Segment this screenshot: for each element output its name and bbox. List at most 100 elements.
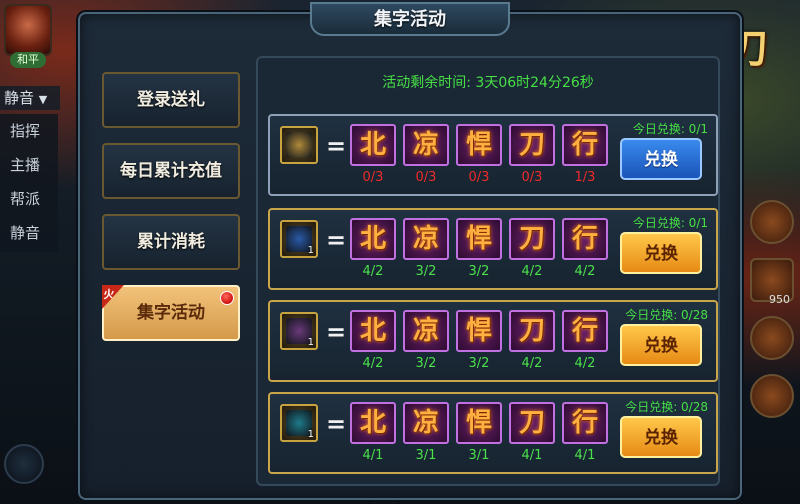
character-tile[interactable]: 悍 <box>456 310 502 352</box>
bag-icon[interactable] <box>750 200 794 244</box>
character-tile[interactable]: 行 <box>562 402 608 444</box>
character-slot: 行 1/3 <box>562 124 608 185</box>
exchange-button[interactable]: 兑换 <box>620 416 702 458</box>
reward-item-icon[interactable]: 1 <box>280 404 318 442</box>
menu-login-gift[interactable]: 登录送礼 <box>102 72 240 128</box>
channel-item[interactable]: 静音 <box>0 216 58 250</box>
voice-mute-toggle[interactable]: 静音 ▼ <box>0 86 60 110</box>
mount-icon[interactable] <box>4 444 44 484</box>
character-slot: 悍 3/2 <box>456 310 502 371</box>
skill-icon[interactable] <box>750 316 794 360</box>
character-tile[interactable]: 悍 <box>456 124 502 166</box>
right-shortcut-bar <box>750 200 798 432</box>
character-tile[interactable]: 凉 <box>403 310 449 352</box>
character-count: 3/2 <box>468 264 490 279</box>
character-slot: 刀 4/2 <box>509 218 555 279</box>
character-count: 4/2 <box>362 264 384 279</box>
character-tile[interactable]: 北 <box>350 218 396 260</box>
character-count: 3/2 <box>468 356 490 371</box>
character-count: 3/2 <box>415 356 437 371</box>
menu-label: 累计消耗 <box>137 232 205 252</box>
menu-label: 集字活动 <box>137 303 205 323</box>
character-tile[interactable]: 凉 <box>403 402 449 444</box>
attack-icon[interactable] <box>750 374 794 418</box>
hot-badge: 火 <box>102 285 124 309</box>
activity-menu: 登录送礼 每日累计充值 累计消耗 火 集字活动 <box>102 72 240 356</box>
character-count: 4/2 <box>574 264 596 279</box>
reward-quantity: 1 <box>307 429 314 440</box>
character-slot: 凉 3/2 <box>403 310 449 371</box>
reward-item-icon[interactable]: 1 <box>280 312 318 350</box>
menu-collect-words[interactable]: 火 集字活动 <box>102 285 240 341</box>
character-slot: 悍 0/3 <box>456 124 502 185</box>
character-slot: 行 4/2 <box>562 310 608 371</box>
exchange-button[interactable]: 兑换 <box>620 232 702 274</box>
character-slot: 凉 3/2 <box>403 218 449 279</box>
exchange-row: 1 = 北 4/2 凉 3/2 悍 3/2 刀 4/2 行 4/2 今日兑换: 0/1 兑换 <box>268 208 718 290</box>
character-count: 0/3 <box>468 170 490 185</box>
character-count: 3/1 <box>415 448 437 463</box>
character-slot: 行 4/2 <box>562 218 608 279</box>
character-tile[interactable]: 北 <box>350 402 396 444</box>
collect-words-content: 活动剩余时间: 3天06时24分26秒 = 北 0/3 凉 0/3 悍 0/3 刀 0/3 行 1/… <box>256 56 720 486</box>
character-slot: 凉 3/1 <box>403 402 449 463</box>
character-count: 4/2 <box>521 264 543 279</box>
character-count: 3/2 <box>415 264 437 279</box>
required-characters: 北 0/3 凉 0/3 悍 0/3 刀 0/3 行 1/3 <box>350 124 615 185</box>
character-tile[interactable]: 凉 <box>403 124 449 166</box>
character-tile[interactable]: 悍 <box>456 402 502 444</box>
character-tile[interactable]: 凉 <box>403 218 449 260</box>
pk-mode-badge[interactable]: 和平 <box>10 52 46 68</box>
character-tile[interactable]: 行 <box>562 124 608 166</box>
character-slot: 北 4/1 <box>350 402 396 463</box>
player-avatar[interactable] <box>4 4 52 56</box>
character-count: 4/1 <box>362 448 384 463</box>
character-count: 4/2 <box>521 356 543 371</box>
channel-item[interactable]: 主播 <box>0 148 58 182</box>
exchange-row: 1 = 北 4/2 凉 3/2 悍 3/2 刀 4/2 行 4/2 今日兑换: 0/28 兑换 <box>268 300 718 382</box>
reward-item-icon[interactable] <box>280 126 318 164</box>
character-tile[interactable]: 刀 <box>509 218 555 260</box>
character-slot: 刀 4/2 <box>509 310 555 371</box>
character-tile[interactable]: 悍 <box>456 218 502 260</box>
character-tile[interactable]: 行 <box>562 310 608 352</box>
character-slot: 刀 4/1 <box>509 402 555 463</box>
equals-sign: = <box>326 132 347 160</box>
item-count: 950 <box>769 293 790 306</box>
reward-item-icon[interactable]: 1 <box>280 220 318 258</box>
required-characters: 北 4/2 凉 3/2 悍 3/2 刀 4/2 行 4/2 <box>350 310 615 371</box>
channel-item[interactable]: 帮派 <box>0 182 58 216</box>
character-count: 0/3 <box>415 170 437 185</box>
channel-item[interactable]: 指挥 <box>0 114 58 148</box>
reward-graphic <box>286 132 312 158</box>
character-tile[interactable]: 刀 <box>509 124 555 166</box>
character-tile[interactable]: 北 <box>350 310 396 352</box>
character-tile[interactable]: 刀 <box>509 402 555 444</box>
panel-title: 集字活动 <box>310 2 510 36</box>
character-count: 4/2 <box>574 356 596 371</box>
daily-exchange-limit: 今日兑换: 0/28 <box>625 308 708 322</box>
character-count: 0/3 <box>521 170 543 185</box>
menu-total-spend[interactable]: 累计消耗 <box>102 214 240 270</box>
character-slot: 凉 0/3 <box>403 124 449 185</box>
remaining-time: 活动剩余时间: 3天06时24分26秒 <box>258 72 718 92</box>
character-slot: 北 4/2 <box>350 218 396 279</box>
character-tile[interactable]: 刀 <box>509 310 555 352</box>
character-tile[interactable]: 行 <box>562 218 608 260</box>
exchange-button[interactable]: 兑换 <box>620 138 702 180</box>
character-slot: 悍 3/1 <box>456 402 502 463</box>
chevron-down-icon: ▼ <box>38 93 48 106</box>
menu-daily-recharge[interactable]: 每日累计充值 <box>102 143 240 199</box>
required-characters: 北 4/1 凉 3/1 悍 3/1 刀 4/1 行 4/1 <box>350 402 615 463</box>
character-tile[interactable]: 北 <box>350 124 396 166</box>
activity-panel: 集字活动 登录送礼 每日累计充值 累计消耗 火 集字活动 活动剩余时间: 3天0… <box>78 2 742 500</box>
daily-exchange-limit: 今日兑换: 0/1 <box>632 122 708 136</box>
equals-sign: = <box>326 410 347 438</box>
exchange-row: 1 = 北 4/1 凉 3/1 悍 3/1 刀 4/1 行 4/1 今日兑换: 0/28 兑换 <box>268 392 718 474</box>
equals-sign: = <box>326 318 347 346</box>
timer-value: 3天06时24分26秒 <box>475 75 594 91</box>
reward-quantity: 1 <box>307 245 314 256</box>
exchange-button[interactable]: 兑换 <box>620 324 702 366</box>
character-count: 4/2 <box>362 356 384 371</box>
character-slot: 悍 3/2 <box>456 218 502 279</box>
